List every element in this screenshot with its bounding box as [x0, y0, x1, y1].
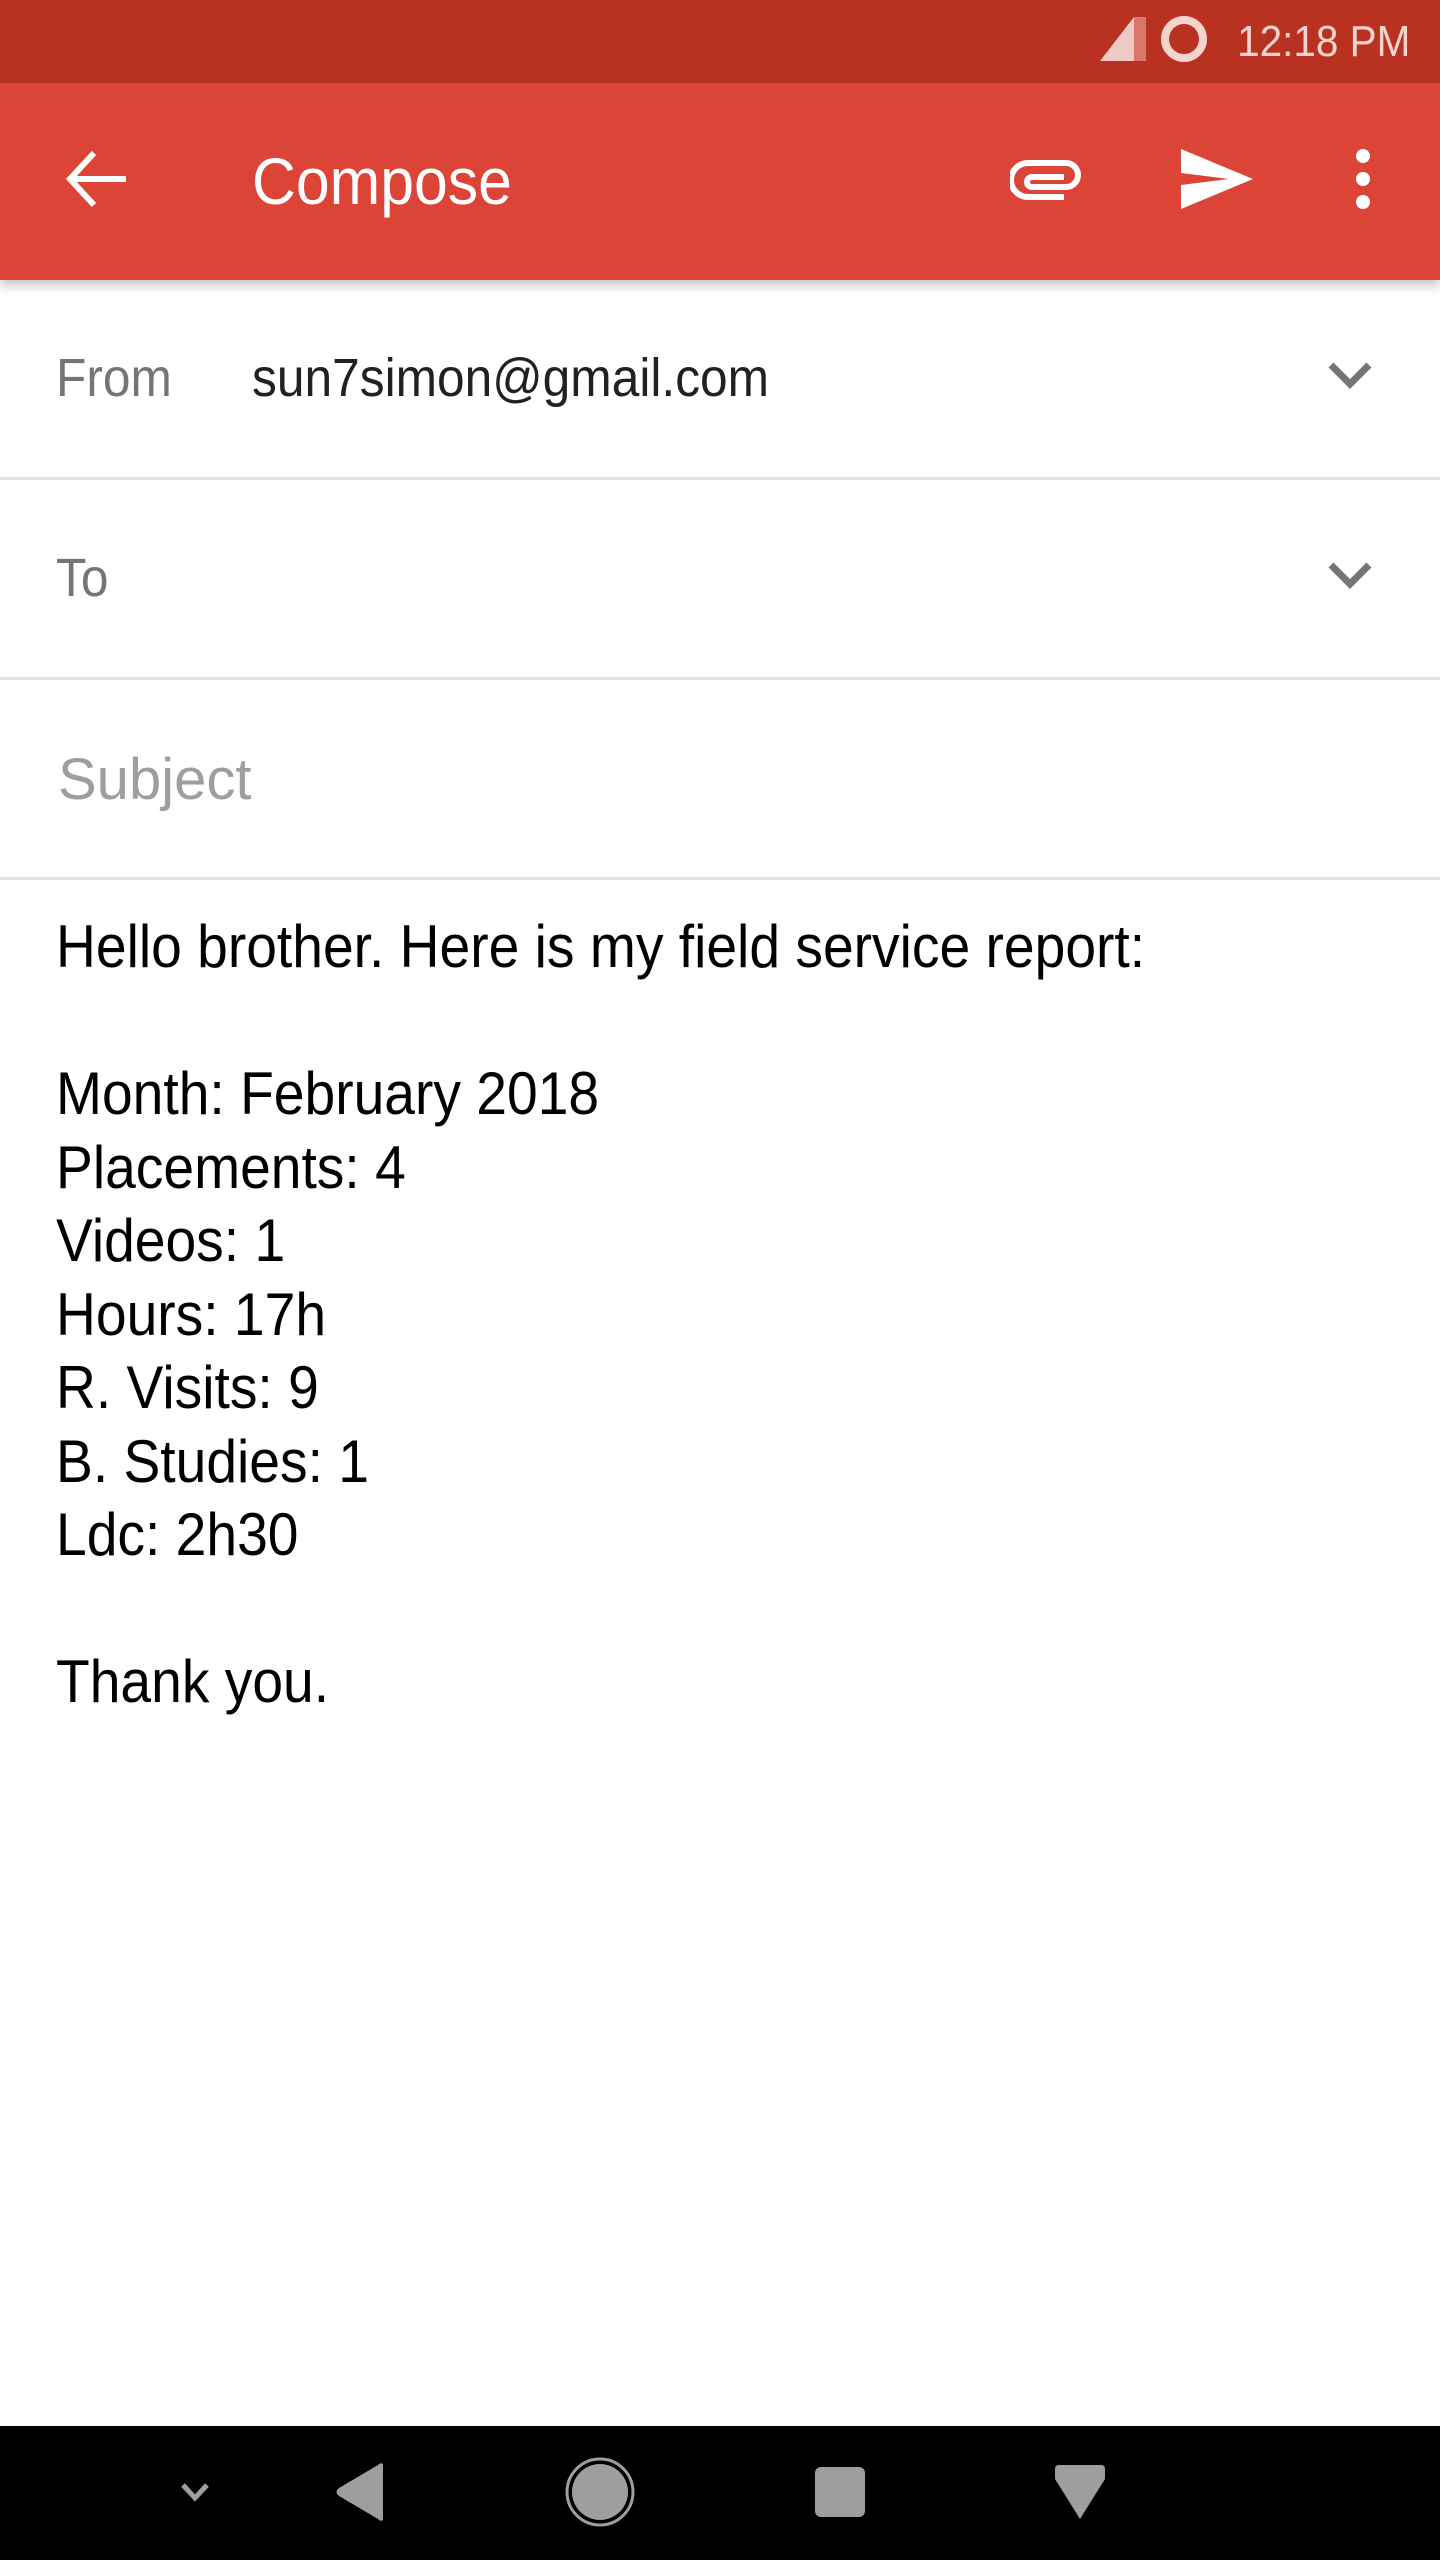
body-line: B. Studies: 1	[56, 1427, 369, 1495]
back-nav-button[interactable]	[325, 2446, 395, 2542]
chevron-down-icon	[1328, 562, 1372, 595]
page-title: Compose	[252, 144, 512, 218]
chevron-down-icon	[1328, 362, 1372, 395]
body-line: Hours: 17h	[56, 1280, 327, 1348]
hide-keyboard-button[interactable]	[160, 2446, 230, 2542]
subject-input[interactable]	[56, 720, 1360, 839]
body-line: Placements: 4	[56, 1133, 406, 1201]
paperclip-icon	[1008, 158, 1084, 205]
sync-circle-icon	[1160, 15, 1208, 68]
status-time: 12:18 PM	[1236, 16, 1410, 66]
body-line: R. Visits: 9	[56, 1354, 319, 1421]
from-dropdown-button[interactable]	[1310, 338, 1390, 418]
to-row: To	[0, 480, 1440, 680]
body-line: Thank you.	[56, 1648, 330, 1715]
body-line: Videos: 1	[56, 1207, 286, 1274]
home-circle-icon	[564, 2456, 636, 2533]
body-blank-line	[56, 984, 1280, 1058]
compose-body[interactable]: Hello brother. Here is my field service …	[56, 910, 1280, 1719]
body-blank-line	[56, 1572, 1280, 1646]
signal-icon	[1099, 17, 1146, 66]
more-vert-icon	[1353, 147, 1373, 216]
hide-keyboard-icon	[180, 2482, 210, 2507]
home-nav-button[interactable]	[560, 2446, 640, 2542]
send-button[interactable]	[1167, 131, 1267, 231]
app-toolbar: Compose	[0, 83, 1440, 280]
recents-nav-button[interactable]	[800, 2446, 880, 2542]
to-dropdown-button[interactable]	[1310, 538, 1390, 618]
from-label: From	[56, 348, 172, 408]
more-options-button[interactable]	[1313, 131, 1413, 231]
subject-row	[0, 680, 1440, 880]
send-icon	[1179, 147, 1255, 216]
status-bar: 12:18 PM	[0, 0, 1440, 83]
to-label: To	[56, 548, 109, 608]
back-button[interactable]	[56, 141, 136, 221]
back-triangle-icon	[333, 2462, 387, 2527]
body-line: Hello brother. Here is my field service …	[56, 913, 1146, 980]
to-input[interactable]	[170, 520, 1254, 639]
from-account-value[interactable]: sun7simon@gmail.com	[252, 280, 769, 477]
body-line: Ldc: 2h30	[56, 1501, 299, 1568]
status-icons: 12:18 PM	[1099, 0, 1410, 83]
notification-shade-icon	[1055, 2464, 1105, 2524]
recents-square-icon	[814, 2466, 866, 2523]
from-row: From sun7simon@gmail.com	[0, 280, 1440, 480]
body-line: Month: February 2018	[56, 1060, 600, 1127]
attach-button[interactable]	[997, 131, 1097, 231]
arrow-back-icon	[64, 149, 128, 214]
notification-shade-button[interactable]	[1040, 2446, 1120, 2542]
